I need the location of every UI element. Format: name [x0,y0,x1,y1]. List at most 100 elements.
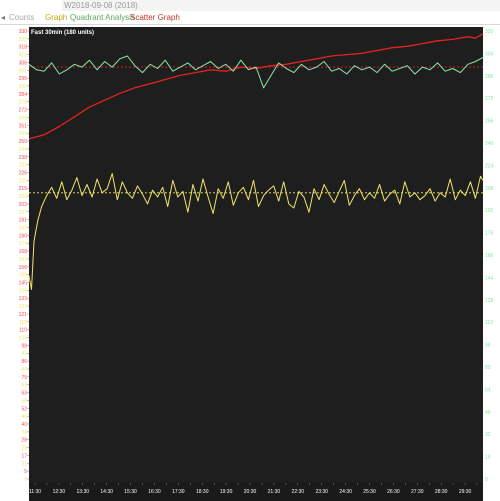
x-axis-tick-label: 22:30 [292,489,305,495]
right-axis-tick-label: 176 [485,231,494,237]
left-axis-tick-label: 0 [24,477,27,483]
right-axis-tick-label: 192 [485,208,494,214]
x-axis-tick-label: 25:30 [363,489,376,495]
left-axis-tick-label: 261 [19,123,28,129]
right-axis-tick-label: 96 [485,343,491,349]
left-axis-tick-label: 226 [19,170,28,176]
left-axis-tick-label: 244 [19,147,28,153]
left-axis-tick-label: 191 [19,218,28,224]
left-axis-tick-label: 34 [21,430,27,436]
tab-quadrant-analysis[interactable]: Quadrant Analysis [70,11,135,24]
left-axis-tick-label: 69 [21,383,27,389]
left-axis-tick-label: 121 [19,312,28,318]
right-axis-tick-label: 320 [485,29,494,35]
left-axis-tick-label: 266 [19,115,28,121]
left-axis-tick-label: 11 [22,461,27,467]
left-axis-tick-label: 197 [19,210,28,216]
right-axis-tick-label: 272 [485,96,494,102]
left-axis-tick-label: 186 [19,225,28,231]
left-axis-tick-label: 301 [19,68,28,74]
left-axis-tick-label: 295 [19,76,28,82]
left-axis-tick-label: 232 [19,163,28,169]
left-axis-tick-label: 215 [19,186,28,192]
left-axis-tick-label: 290 [19,84,28,90]
left-axis-tick-label: 115 [19,320,27,326]
x-axis-tick-label: 11:30 [29,489,41,495]
left-axis-tick-label: 5 [24,469,27,475]
right-axis-tick-label: 0 [485,477,488,483]
left-axis-tick-label: 203 [19,202,28,208]
left-axis-tick-label: 17 [21,453,27,459]
left-axis-tick-label: 238 [19,155,28,161]
chart-title: Fast 30min (180 units) [31,30,94,36]
left-axis-tick-label: 86 [21,359,27,365]
right-axis-tick-label: 288 [485,74,494,80]
right-axis-tick-label: 240 [485,141,494,147]
x-axis-tick-label: 26:30 [387,489,400,495]
left-axis-tick-label: 220 [19,178,28,184]
x-axis-tick-label: 27:30 [411,489,424,495]
right-axis-tick-label: 64 [485,387,491,393]
tab-scatter-graph[interactable]: Scatter Graph [130,11,180,24]
right-axis-tick-label: 256 [485,119,494,125]
x-axis-tick-label: 21:30 [268,489,281,495]
tab-counts[interactable]: Counts [9,11,34,24]
left-axis-tick-label: 23 [21,446,27,452]
right-axis-tick-label: 112 [485,320,493,326]
x-axis-tick-label: 28:30 [435,489,448,495]
left-axis-tick-label: 63 [21,391,27,397]
left-axis-tick-label: 255 [19,131,28,137]
left-axis-tick-label: 75 [21,375,27,381]
left-axis-tick-label: 250 [19,139,28,145]
left-axis-tick-label: 312 [19,53,28,59]
x-axis-tick-label: 24:30 [339,489,352,495]
left-axis-tick-label: 46 [21,414,27,420]
left-axis-tick-label: 162 [19,257,28,263]
tab-bar: ◂ Counts Graph Quadrant Analysis Scatter… [0,11,500,25]
left-axis-tick-label: 306 [19,60,28,66]
left-axis-tick-label: 28 [21,438,27,444]
left-axis-tick-label: 156 [19,265,28,271]
x-axis-tick-label: 15:30 [124,489,137,495]
left-axis-tick-label: 168 [19,249,28,255]
left-axis-tick-label: 272 [19,108,28,114]
graph-chart: Fast 30min (180 units) 33032531831230630… [0,25,500,501]
left-axis-tick-label: 174 [19,241,28,247]
left-axis-tick-label: 209 [19,194,28,200]
left-axis-tick-label: 58 [21,398,27,404]
left-axis-tick-label: 98 [21,343,27,349]
x-axis-tick-label: 12:30 [53,489,66,495]
left-axis-tick-label: 40 [21,422,27,428]
right-axis-tick-label: 48 [485,410,491,416]
x-axis-tick-label: 18:30 [196,489,209,495]
x-axis-tick-label: 17:30 [172,489,185,495]
left-axis-tick-label: 110 [19,328,27,334]
plot-area [29,27,483,483]
right-axis-tick-label: 208 [485,186,494,192]
x-axis-tick-label: 23:30 [315,489,328,495]
left-axis-tick-label: 133 [19,296,28,302]
app-logo [0,0,62,11]
tab-scroll-left-icon[interactable]: ◂ [1,11,5,24]
left-axis-tick-label: 80 [21,367,27,373]
left-axis-tick-label: 52 [21,406,27,412]
left-axis-tick-label: 104 [19,336,28,342]
left-axis-tick-label: 278 [19,100,28,106]
right-axis-tick-label: 224 [485,163,494,169]
right-axis-tick-label: 304 [485,51,494,57]
right-axis-tick-label: 80 [485,365,491,371]
x-axis-tick-label: 16:30 [148,489,161,495]
window-title: W2018-09-08 (2018) [64,1,138,10]
right-axis-tick-label: 160 [485,253,494,259]
left-axis-tick-label: 150 [19,273,28,279]
left-axis-tick-label: 145 [19,281,28,287]
left-axis-tick-label: 139 [19,288,28,294]
tab-graph[interactable]: Graph [45,11,67,24]
right-axis-tick-label: 16 [485,455,491,461]
right-axis-tick-label: 128 [485,298,494,304]
x-axis-tick-label: 20:30 [244,489,257,495]
x-axis-tick-label: 14:30 [100,489,113,495]
x-axis-tick-label: 19:30 [220,489,233,495]
left-axis-tick-label: 330 [19,29,28,35]
x-axis-tick-label: 13:30 [77,489,90,495]
